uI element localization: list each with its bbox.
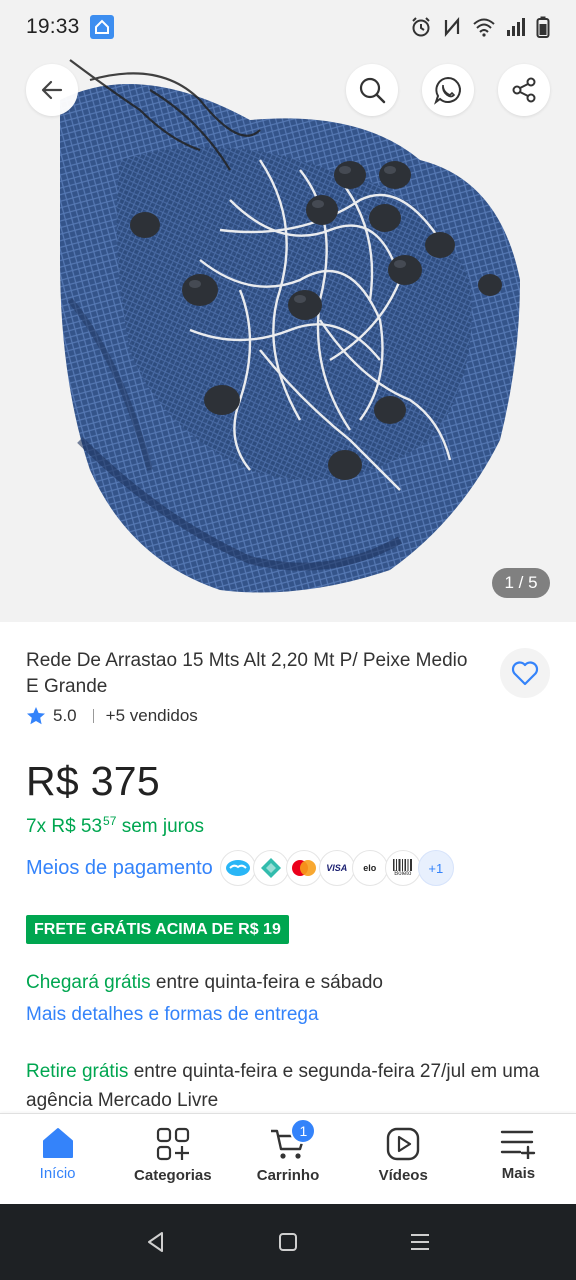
elo-icon: elo (351, 850, 388, 886)
heart-icon (511, 661, 539, 686)
system-navigation-bar (0, 1204, 576, 1280)
more-payment-methods[interactable]: +1 (417, 850, 454, 886)
pix-icon (252, 850, 289, 886)
installments-suffix: sem juros (121, 816, 205, 837)
alarm-icon (412, 17, 430, 37)
payment-methods-link[interactable]: Meios de pagamento (26, 857, 213, 880)
categories-icon (156, 1127, 189, 1161)
payment-methods-row[interactable]: Meios de pagamento VISA elo Boleto +1 (26, 850, 454, 886)
product-photo (60, 59, 520, 593)
nav-item-carrinho[interactable]: 1 Carrinho (230, 1114, 345, 1204)
nav-label: Vídeos (378, 1167, 428, 1184)
menu-more-icon (501, 1130, 536, 1159)
search-button[interactable] (346, 64, 398, 116)
back-button[interactable] (26, 64, 78, 116)
share-button[interactable] (498, 64, 550, 116)
visa-icon: VISA (318, 850, 355, 886)
boleto-icon: Boleto (384, 850, 421, 886)
home-square-icon[interactable] (276, 1230, 300, 1254)
nav-label: Carrinho (256, 1167, 320, 1184)
nav-label: Categorias (134, 1167, 212, 1184)
installments: 7x R$ 5357 sem juros (26, 814, 204, 838)
image-counter: 1 / 5 (492, 568, 550, 598)
product-image-gallery[interactable]: 1 / 5 (0, 0, 576, 622)
home-icon (42, 1128, 73, 1158)
search-icon (359, 77, 386, 104)
status-bar: 19:33 (0, 0, 576, 54)
recent-apps-icon[interactable] (408, 1230, 432, 1254)
price: R$ 375 (26, 758, 161, 804)
cart-count-badge: 1 (290, 1118, 317, 1144)
wifi-icon (473, 18, 495, 37)
nav-item-categorias[interactable]: Categorias (115, 1114, 230, 1204)
signal-icon (507, 18, 525, 36)
home-app-icon (89, 15, 114, 39)
payment-icons: VISA elo Boleto +1 (219, 850, 454, 886)
nav-label: Mais (501, 1165, 536, 1182)
battery-icon (536, 16, 550, 38)
rating-row[interactable]: 5.0 +5 vendidos (26, 706, 198, 726)
sold-count: +5 vendidos (105, 706, 198, 725)
delivery-info: Chegará grátis entre quinta-feira e sába… (26, 972, 383, 994)
mercado-pago-icon (219, 850, 256, 886)
installments-amount: 7x R$ 53 (26, 816, 103, 837)
whatsapp-icon (434, 76, 461, 105)
nfc-icon (444, 17, 460, 37)
bottom-navigation: Início Categorias 1 Carrinho Vídeos Mais (0, 1113, 576, 1204)
nav-label: Início (39, 1165, 76, 1182)
whatsapp-share-button[interactable] (422, 64, 474, 116)
nav-item-inicio[interactable]: Início (0, 1114, 115, 1204)
delivery-details-link[interactable]: Mais detalhes e formas de entrega (26, 1004, 319, 1026)
delivery-highlight: Chegará grátis (26, 972, 151, 993)
nav-item-mais[interactable]: Mais (461, 1114, 576, 1204)
boleto-label: Boleto (394, 871, 412, 877)
product-title: Rede De Arrastao 15 Mts Alt 2,20 Mt P/ P… (26, 650, 468, 697)
star-icon (27, 707, 45, 725)
share-icon (512, 77, 536, 103)
mastercard-icon (285, 850, 322, 886)
video-icon (387, 1127, 420, 1161)
status-time: 19:33 (26, 15, 80, 38)
back-arrow-icon (41, 80, 63, 100)
status-icons (410, 16, 550, 38)
favorite-button[interactable] (500, 648, 550, 698)
pickup-info: Retire grátis entre quinta-feira e segun… (26, 1057, 556, 1115)
back-triangle-icon[interactable] (144, 1230, 168, 1254)
divider (92, 709, 94, 723)
pickup-highlight: Retire grátis (26, 1061, 129, 1082)
delivery-text: entre quinta-feira e sábado (150, 972, 384, 993)
nav-item-videos[interactable]: Vídeos (346, 1114, 461, 1204)
free-shipping-badge: FRETE GRÁTIS ACIMA DE R$ 19 (26, 915, 289, 944)
installments-cents: 57 (103, 814, 117, 828)
rating-value: 5.0 (53, 706, 77, 725)
